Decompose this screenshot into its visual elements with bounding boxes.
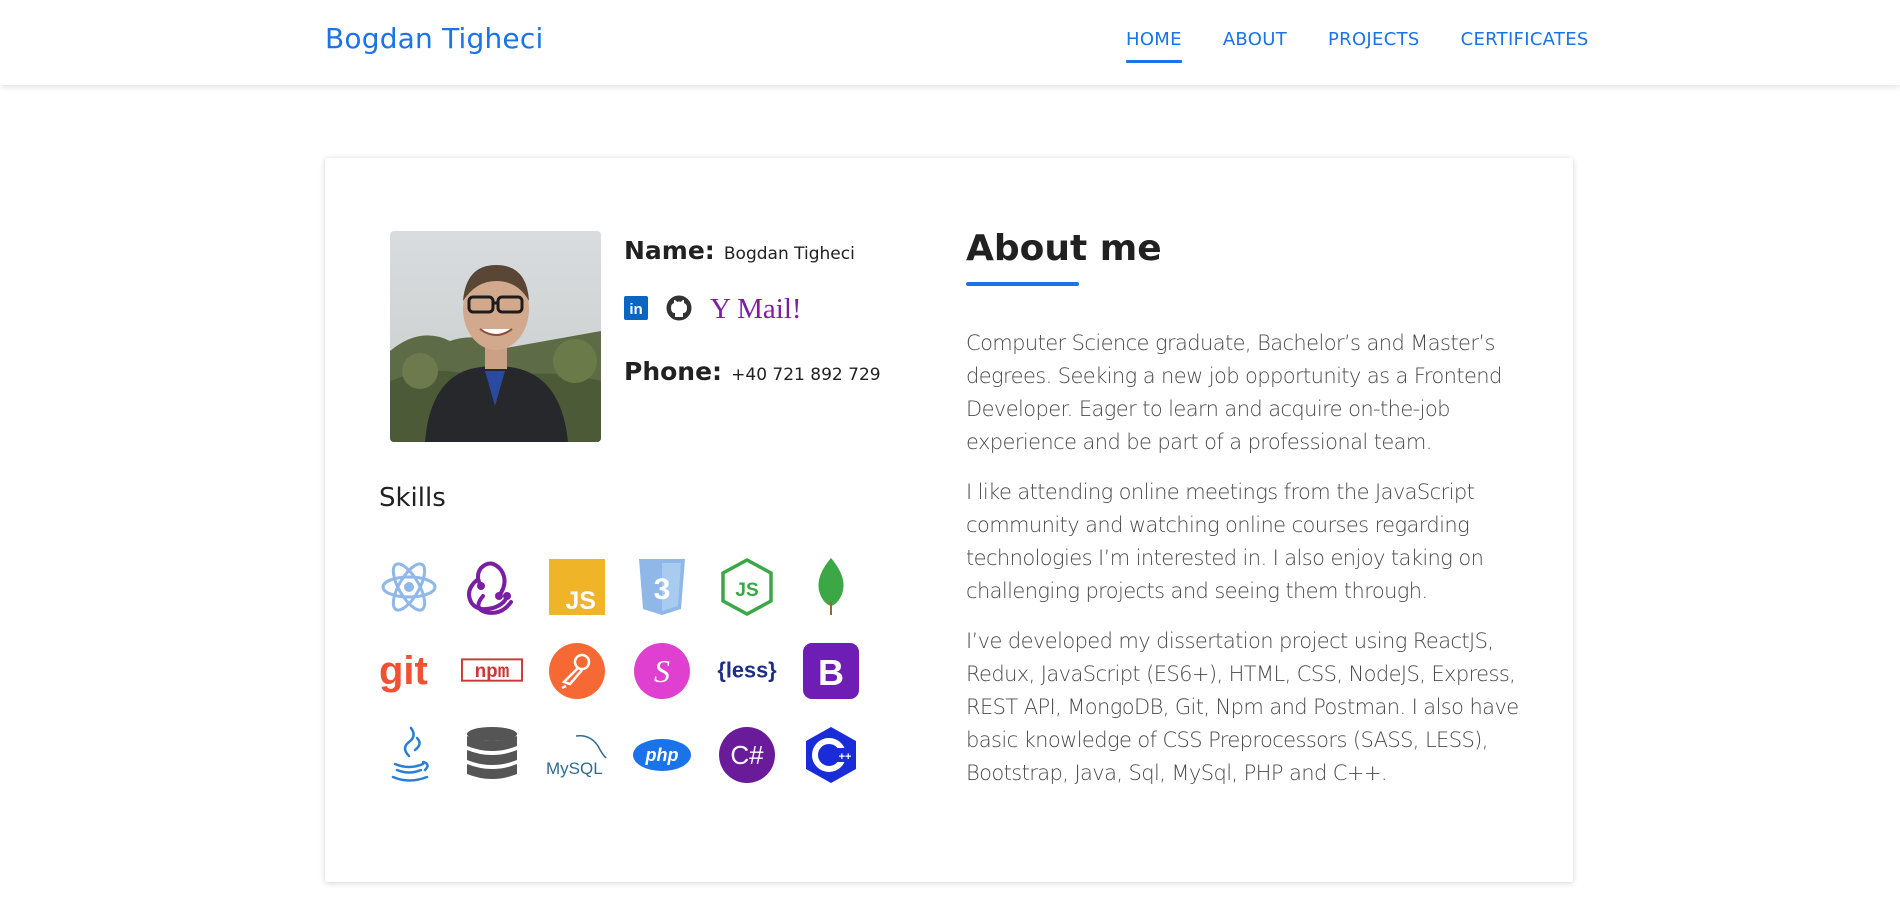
brand-logo[interactable]: Bogdan Tigheci bbox=[325, 22, 543, 55]
nav-home[interactable]: HOME bbox=[1126, 29, 1182, 63]
npm-icon: npm bbox=[461, 640, 523, 702]
about-title: About me bbox=[966, 228, 1162, 269]
svg-text:Y Mail!: Y Mail! bbox=[710, 293, 800, 323]
nav-about[interactable]: ABOUT bbox=[1223, 29, 1287, 50]
cplusplus-icon: ++ bbox=[800, 724, 862, 786]
about-title-underline bbox=[966, 282, 1079, 286]
postman-icon bbox=[546, 640, 608, 702]
linkedin-icon[interactable]: in bbox=[624, 296, 648, 324]
svg-text:JS: JS bbox=[735, 580, 758, 601]
profile-photo bbox=[390, 231, 601, 442]
java-icon bbox=[378, 724, 440, 786]
svg-text:npm: npm bbox=[475, 661, 510, 683]
svg-text:3: 3 bbox=[654, 573, 671, 606]
svg-text:B: B bbox=[818, 652, 844, 693]
name-value: Bogdan Tigheci bbox=[723, 244, 855, 264]
phone-value: +40 721 892 729 bbox=[731, 365, 881, 385]
svg-text:git: git bbox=[379, 649, 428, 693]
profile-card: Name: Bogdan Tigheci in Y Mail! Phone: +… bbox=[325, 158, 1573, 882]
phone-row: Phone: +40 721 892 729 bbox=[624, 357, 881, 386]
about-paragraph-2: I like attending online meetings from th… bbox=[966, 480, 1484, 603]
navbar: Bogdan Tigheci HOME ABOUT PROJECTS CERTI… bbox=[0, 0, 1900, 85]
github-icon[interactable] bbox=[666, 295, 692, 325]
bootstrap-icon: B bbox=[800, 640, 862, 702]
svg-text:in: in bbox=[629, 301, 642, 318]
phone-label: Phone: bbox=[624, 357, 723, 386]
svg-text:php: php bbox=[645, 745, 679, 765]
svg-text:S: S bbox=[654, 653, 670, 689]
sass-icon: S bbox=[631, 640, 693, 702]
about-paragraph-3: I’ve developed my dissertation project u… bbox=[966, 629, 1519, 785]
php-icon: php bbox=[631, 724, 693, 786]
name-row: Name: Bogdan Tigheci bbox=[624, 236, 855, 265]
skills-title: Skills bbox=[379, 483, 446, 513]
nav-projects[interactable]: PROJECTS bbox=[1328, 29, 1420, 50]
about-text: Computer Science graduate, Bachelor’s an… bbox=[966, 327, 1526, 807]
mysql-icon: MySQL bbox=[546, 724, 608, 786]
sql-database-icon bbox=[461, 724, 523, 786]
svg-text:C#: C# bbox=[730, 740, 764, 770]
svg-text:JS: JS bbox=[565, 587, 596, 615]
nodejs-icon: JS bbox=[716, 556, 778, 618]
svg-text:{less}: {less} bbox=[717, 658, 777, 683]
about-paragraph-1: Computer Science graduate, Bachelor’s an… bbox=[966, 331, 1502, 454]
react-icon bbox=[378, 556, 440, 618]
less-icon: {less} bbox=[716, 640, 778, 702]
redux-icon bbox=[461, 556, 523, 618]
yahoo-mail-icon[interactable]: Y Mail! bbox=[710, 293, 802, 327]
name-label: Name: bbox=[624, 236, 715, 265]
nav-menu: HOME ABOUT PROJECTS CERTIFICATES bbox=[1126, 29, 1589, 63]
social-links: in Y Mail! bbox=[624, 293, 818, 327]
git-icon: git bbox=[378, 640, 440, 702]
javascript-icon: JS bbox=[546, 556, 608, 618]
csharp-icon: C# bbox=[716, 724, 778, 786]
svg-text:++: ++ bbox=[839, 751, 852, 763]
nav-certificates[interactable]: CERTIFICATES bbox=[1461, 29, 1589, 50]
mongodb-icon bbox=[800, 556, 862, 618]
svg-text:MySQL: MySQL bbox=[546, 759, 603, 778]
css3-icon: 3 bbox=[631, 556, 693, 618]
